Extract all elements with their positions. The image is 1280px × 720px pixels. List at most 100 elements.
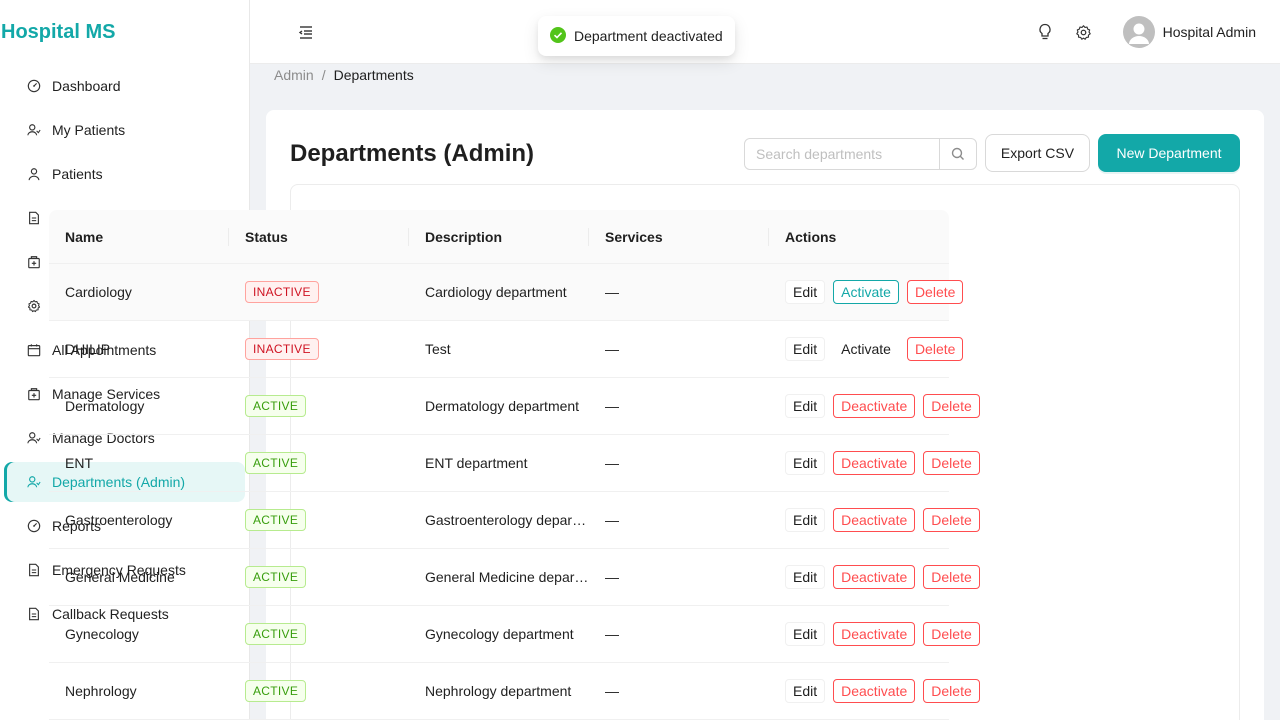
export-csv-button[interactable]: Export CSV — [985, 134, 1090, 172]
sidebar-item-label: Dashboard — [52, 78, 121, 94]
sidebar-item-patients[interactable]: Patients — [4, 154, 245, 194]
edit-button[interactable]: Edit — [785, 679, 826, 703]
status-badge: INACTIVE — [245, 338, 319, 360]
search-button[interactable] — [939, 139, 976, 169]
dashboard-icon — [26, 78, 42, 94]
search-input[interactable] — [745, 139, 940, 169]
file-icon — [26, 210, 42, 226]
department-services: — — [605, 341, 619, 357]
row-actions: Edit Deactivate Delete — [769, 622, 980, 646]
column-header-description: Description — [409, 210, 589, 264]
department-name: General Medicine — [65, 569, 175, 585]
table-row: General Medicine ACTIVE General Medicine d… — [49, 549, 980, 606]
file-icon — [26, 562, 42, 578]
edit-button[interactable]: Edit — [785, 622, 826, 646]
deactivate-button[interactable]: Deactivate — [833, 508, 916, 532]
column-header-actions: Actions — [785, 229, 837, 245]
avatar — [1122, 16, 1155, 48]
table-header: Name Status Description Services Actions — [49, 210, 949, 264]
medicine-box-icon — [26, 254, 42, 270]
deactivate-button[interactable]: Deactivate — [833, 394, 916, 418]
breadcrumb-separator: / — [321, 67, 326, 83]
department-description: Gastroenterology department — [425, 512, 589, 528]
edit-button[interactable]: Edit — [785, 394, 826, 418]
edit-button[interactable]: Edit — [785, 280, 826, 304]
department-name: Dermatology — [65, 398, 145, 414]
delete-button[interactable]: Delete — [923, 451, 980, 475]
delete-button[interactable]: Delete — [923, 679, 980, 703]
dashboard-icon — [26, 518, 42, 534]
row-actions: Edit Deactivate Delete — [769, 679, 980, 703]
edit-button[interactable]: Edit — [785, 337, 826, 361]
search-icon — [951, 147, 965, 160]
status-badge: ACTIVE — [245, 680, 307, 702]
medicine-box-icon — [26, 386, 42, 402]
department-services: — — [605, 512, 619, 528]
sidebar-item-my-patients[interactable]: My Patients — [4, 110, 245, 150]
column-header-services: Services — [589, 210, 769, 264]
row-actions: Edit Activate Delete — [769, 280, 964, 304]
breadcrumb-current: Departments — [333, 67, 414, 83]
deactivate-button[interactable]: Deactivate — [833, 679, 916, 703]
row-actions: Edit Deactivate Delete — [769, 508, 980, 532]
department-name: DHILIP — [65, 341, 111, 357]
users-icon — [26, 430, 42, 446]
user-menu[interactable]: Hospital Admin — [1122, 16, 1256, 48]
deactivate-button[interactable]: Deactivate — [833, 451, 916, 475]
row-actions: Edit Deactivate Delete — [769, 451, 980, 475]
brand-logo[interactable]: Hospital MS — [1, 21, 115, 44]
status-badge: INACTIVE — [245, 281, 319, 303]
row-actions: Edit Deactivate Delete — [769, 565, 980, 589]
table-row: Gastroenterology ACTIVE Gastroenterology d… — [49, 492, 980, 549]
sidebar-item-label: My Patients — [52, 122, 126, 138]
calendar-icon — [26, 342, 42, 358]
file-icon — [26, 606, 42, 622]
status-badge: ACTIVE — [245, 395, 307, 417]
department-name: Nephrology — [65, 683, 137, 699]
gear-icon[interactable] — [1073, 22, 1093, 42]
sidebar-item-label: Patients — [52, 166, 103, 182]
bulb-icon[interactable] — [1035, 22, 1055, 42]
department-name: Cardiology — [65, 284, 132, 300]
delete-button[interactable]: Delete — [923, 565, 980, 589]
department-services: — — [605, 683, 619, 699]
toast-message: Department deactivated — [574, 28, 723, 44]
user-name: Hospital Admin — [1162, 24, 1256, 40]
table-row: ENT ACTIVE ENT department — Edit Deactivate De… — [49, 435, 980, 492]
page-title: Departments (Admin) — [290, 140, 535, 167]
delete-button[interactable]: Delete — [923, 394, 980, 418]
top-header: Hospital Admin — [250, 0, 1280, 64]
sidebar-item-dashboard[interactable]: Dashboard — [4, 66, 245, 106]
activate-button[interactable]: Activate — [833, 280, 899, 304]
status-badge: ACTIVE — [245, 623, 307, 645]
delete-button[interactable]: Delete — [906, 337, 964, 361]
column-header-name: Name — [49, 210, 229, 264]
edit-button[interactable]: Edit — [785, 508, 826, 532]
department-description: General Medicine department — [425, 569, 589, 585]
table-row: Nephrology ACTIVE Nephrology department — Ed… — [49, 663, 980, 720]
department-description: Test — [425, 341, 451, 357]
breadcrumb-admin[interactable]: Admin — [274, 67, 314, 83]
department-services: — — [605, 455, 619, 471]
department-name: Gastroenterology — [65, 512, 173, 528]
status-cell: ACTIVE — [229, 680, 409, 702]
user-icon — [26, 166, 42, 182]
delete-button[interactable]: Delete — [923, 622, 980, 646]
delete-button[interactable]: Delete — [906, 280, 964, 304]
table-row: Gynecology ACTIVE Gynecology department — Ed… — [49, 606, 980, 663]
search-box — [744, 138, 977, 170]
table-row: Dermatology ACTIVE Dermatology department —… — [49, 378, 980, 435]
activate-button[interactable]: Activate — [833, 337, 899, 361]
edit-button[interactable]: Edit — [785, 451, 826, 475]
delete-button[interactable]: Delete — [923, 508, 980, 532]
edit-button[interactable]: Edit — [785, 565, 826, 589]
department-description: Cardiology department — [425, 284, 567, 300]
table-row: Cardiology INACTIVE Cardiology department —… — [49, 264, 964, 321]
check-circle-icon — [550, 26, 566, 46]
department-description: ENT department — [425, 455, 528, 471]
deactivate-button[interactable]: Deactivate — [833, 565, 916, 589]
menu-fold-icon[interactable] — [296, 22, 316, 42]
new-department-button[interactable]: New Department — [1098, 134, 1240, 172]
deactivate-button[interactable]: Deactivate — [833, 622, 916, 646]
status-cell: ACTIVE — [229, 623, 409, 645]
